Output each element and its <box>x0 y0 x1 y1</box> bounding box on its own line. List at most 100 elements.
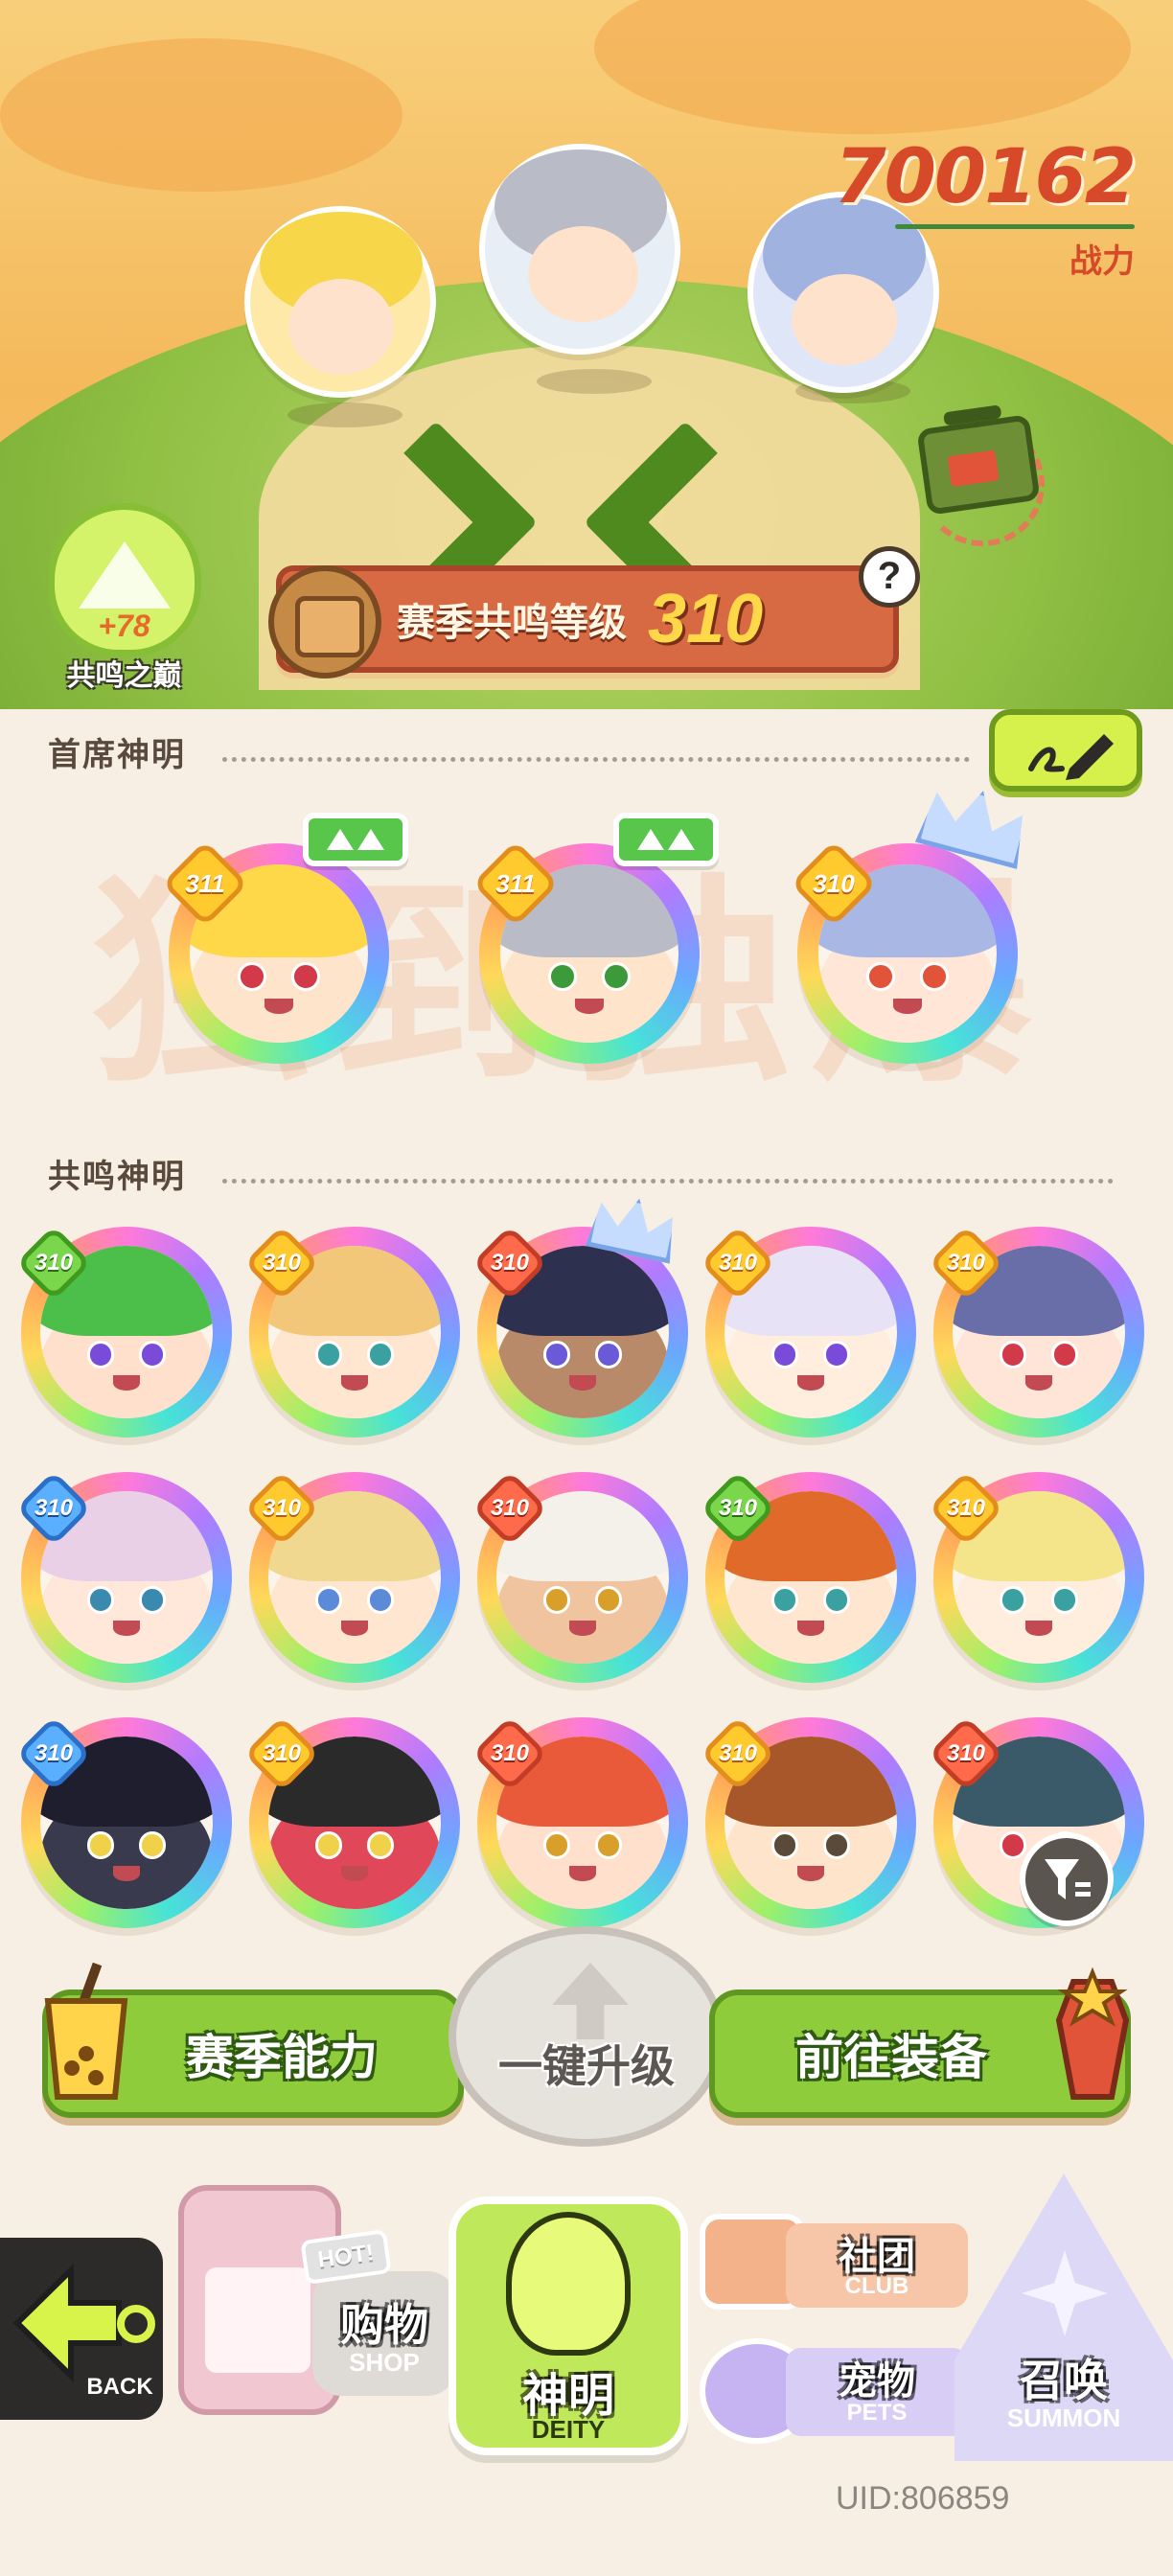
club-label-en: CLUB <box>844 2273 909 2299</box>
deity-eye <box>822 1586 851 1614</box>
edit-pencil-icon <box>1028 734 1114 780</box>
user-id: UID:806859 <box>836 2480 1010 2517</box>
resonance-deity-card[interactable]: 310 <box>243 1715 460 1928</box>
one-click-upgrade-button[interactable]: 一键升级 <box>448 1926 724 2147</box>
resonance-deity-title: 共鸣神明 <box>48 1159 186 1195</box>
cloud-decoration <box>0 38 402 192</box>
deity-eye <box>86 1341 115 1368</box>
deity-level: 310 <box>718 1495 758 1521</box>
nav-summon-button[interactable]: 召唤 SUMMON <box>954 2174 1173 2461</box>
deity-eye <box>314 1341 343 1368</box>
deity-level: 310 <box>718 1740 758 1766</box>
edit-team-button[interactable] <box>989 709 1142 792</box>
deity-eye <box>238 962 266 992</box>
hero-face <box>792 274 897 365</box>
power-label: 战力 <box>1070 243 1135 280</box>
bubble-tea-icon <box>38 1962 134 2106</box>
resonance-deity-card[interactable]: 310 <box>15 1225 232 1438</box>
divider <box>222 1179 1114 1184</box>
deity-eye <box>920 962 949 992</box>
deity-eye <box>366 1586 395 1614</box>
hero-face <box>288 279 394 375</box>
deity-level: 310 <box>813 868 855 898</box>
deity-chibi-icon <box>506 2212 631 2356</box>
deity-eye <box>548 962 577 992</box>
equipment-icon <box>1045 1963 1140 2106</box>
deity-level: 310 <box>490 1495 530 1521</box>
deity-eye <box>866 962 895 992</box>
mountain-icon <box>79 541 171 609</box>
resonance-deity-card[interactable]: 310 <box>700 1470 916 1683</box>
pets-label-en: PETS <box>846 2400 908 2426</box>
chief-deity-title: 首席神明 <box>48 737 186 773</box>
deity-level: 311 <box>185 868 225 898</box>
deity-eye <box>1050 1586 1079 1614</box>
arrow-up-icon <box>637 829 664 850</box>
summon-label: 召唤 <box>1020 2356 1108 2405</box>
deity-eye <box>138 1341 167 1368</box>
filter-button[interactable] <box>1020 1832 1114 1926</box>
deity-eye <box>602 962 631 992</box>
nav-shop-button[interactable]: HOT! 购物 SHOP <box>169 2147 456 2425</box>
one-click-upgrade-label: 一键升级 <box>498 2041 675 2091</box>
resonance-deity-card[interactable]: 310 <box>15 1470 232 1683</box>
peak-label: 共鸣之巅 <box>66 660 182 692</box>
resonance-deity-card[interactable]: 310 <box>15 1715 232 1928</box>
deity-level: 310 <box>718 1250 758 1276</box>
resonance-deity-card[interactable]: 310 <box>928 1225 1144 1438</box>
arrow-up-icon <box>668 829 695 850</box>
deity-level: 310 <box>34 1495 74 1521</box>
chief-deity-card[interactable]: 311 <box>472 840 700 1064</box>
deity-eye <box>770 1586 799 1614</box>
deity-eye <box>291 962 320 992</box>
summon-label-en: SUMMON <box>1006 2404 1121 2432</box>
nav-club-button[interactable]: 社团 CLUB <box>690 2204 968 2319</box>
resonance-deity-card[interactable]: 310 <box>243 1225 460 1438</box>
divider <box>222 757 970 762</box>
deity-eye <box>999 1586 1027 1614</box>
deity-level: 310 <box>262 1740 302 1766</box>
nav-deity-button[interactable]: 神明 DEITY <box>448 2177 688 2461</box>
resonance-deity-card[interactable]: 310 <box>700 1225 916 1438</box>
season-level: 310 <box>648 581 764 657</box>
filter-icon <box>1045 1859 1091 1899</box>
resonance-deity-card[interactable]: 310 <box>472 1715 688 1928</box>
resonance-deity-card[interactable]: 310 <box>472 1470 688 1683</box>
deity-eye <box>822 1831 851 1859</box>
pets-label: 宠物 <box>839 2360 915 2403</box>
hero-face <box>528 226 638 322</box>
steamer-icon <box>268 565 381 678</box>
nav-pets-button[interactable]: 宠物 PETS <box>690 2329 968 2453</box>
season-resonance-banner[interactable]: 赛季共鸣等级 310 <box>268 565 899 678</box>
deity-eye <box>542 1586 571 1614</box>
resonance-deity-card[interactable]: 310 <box>928 1470 1144 1683</box>
nav-back-button[interactable]: BACK <box>0 2238 163 2420</box>
peak-bonus: +78 <box>98 609 150 643</box>
go-equip-button[interactable]: 前往装备 <box>709 1966 1131 2118</box>
resonance-deity-card[interactable]: 310 <box>700 1715 916 1928</box>
resonance-deity-card[interactable]: 310 <box>243 1470 460 1683</box>
deity-eye <box>770 1831 799 1859</box>
chief-deity-card[interactable]: 311 <box>161 840 389 1064</box>
deity-eye <box>594 1831 623 1859</box>
deity-eye <box>999 1831 1027 1859</box>
deity-level: 310 <box>34 1740 74 1766</box>
deity-eye <box>594 1341 623 1368</box>
deity-eye <box>542 1341 571 1368</box>
help-button[interactable]: ? <box>859 546 920 608</box>
go-equip-label: 前往装备 <box>795 2031 987 2084</box>
deity-level: 310 <box>946 1740 986 1766</box>
team-hero-2[interactable] <box>479 144 680 355</box>
deity-eye <box>86 1831 115 1859</box>
deity-level: 310 <box>946 1495 986 1521</box>
deity-level: 310 <box>262 1495 302 1521</box>
resonance-peak-badge[interactable]: +78 共鸣之巅 <box>40 503 208 695</box>
upgrade-available-badge <box>613 813 719 866</box>
deity-eye <box>366 1341 395 1368</box>
deity-eye <box>314 1831 343 1859</box>
chief-deity-card[interactable]: 310 <box>790 840 1018 1064</box>
arrow-up-icon <box>357 829 384 850</box>
season-ability-button[interactable]: 赛季能力 <box>42 1962 464 2118</box>
power-value: 700162 <box>834 134 1137 220</box>
team-hero-1[interactable] <box>244 206 436 398</box>
